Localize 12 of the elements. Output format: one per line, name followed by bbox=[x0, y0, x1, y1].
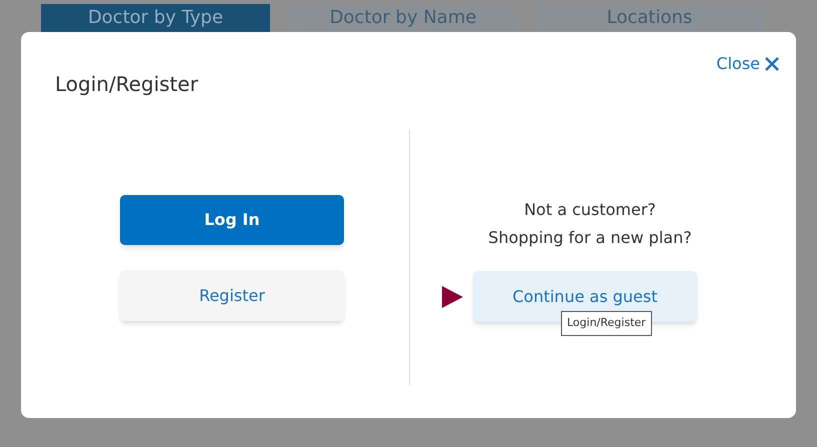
close-icon bbox=[764, 56, 780, 72]
login-button[interactable]: Log In bbox=[120, 195, 344, 245]
register-button[interactable]: Register bbox=[120, 270, 344, 321]
close-button[interactable]: Close bbox=[716, 52, 780, 76]
prompt-text: Not a customer? bbox=[524, 199, 656, 221]
tab[interactable]: Doctor by Type bbox=[41, 4, 270, 32]
tab[interactable]: Doctor by Name bbox=[290, 4, 516, 32]
tab[interactable]: Locations bbox=[536, 4, 763, 32]
dialog-title: Login/Register bbox=[55, 71, 198, 93]
tooltip: Login/Register bbox=[561, 311, 652, 336]
prompt-text: Shopping for a new plan? bbox=[488, 227, 692, 249]
pointer-triangle-icon bbox=[442, 286, 463, 308]
